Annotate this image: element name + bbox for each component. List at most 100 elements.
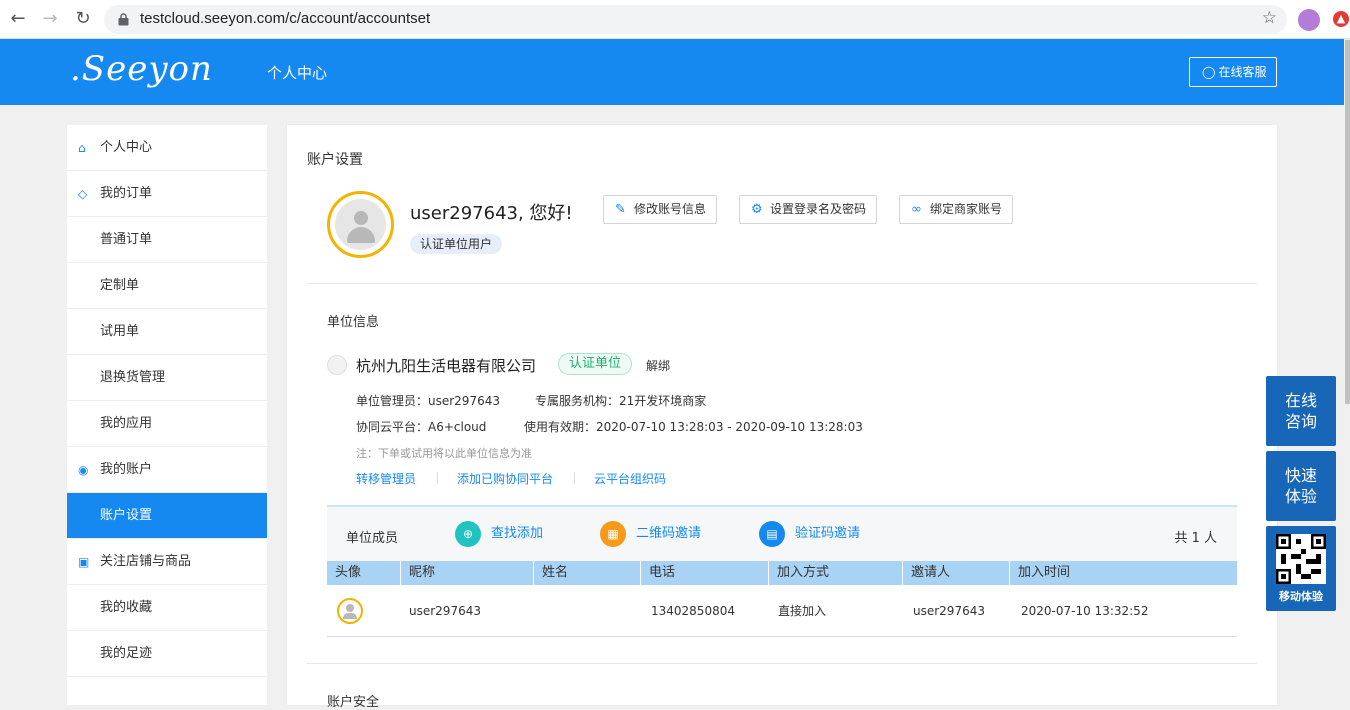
link-icon: ∞ (911, 202, 922, 217)
sidebar-item-follow-stores[interactable]: ▣ 关注店铺与商品 (67, 539, 267, 585)
add-platform-link[interactable]: 添加已购协同平台 (457, 470, 553, 487)
divider (307, 663, 1257, 664)
col-join-method: 加入方式 (769, 561, 903, 585)
sidebar-item-label: 我的账户 (100, 462, 153, 477)
address-bar[interactable]: testcloud.seeyon.com/c/account/accountse… (104, 5, 1287, 34)
account-security-title: 账户安全 (327, 695, 380, 710)
sidebar-item-label: 定制单 (100, 278, 140, 293)
col-phone: 电话 (641, 561, 769, 585)
gear-icon: ⚙ (751, 202, 763, 217)
qr-code-icon (1276, 534, 1326, 584)
company-logo (327, 355, 347, 375)
transfer-admin-link[interactable]: 转移管理员 (356, 470, 416, 487)
divider (307, 283, 1257, 284)
search-plus-icon: ⊕ (455, 521, 481, 547)
org-code-link[interactable]: 云平台组织码 (594, 470, 666, 487)
sidebar-item-account-settings[interactable]: 账户设置 (67, 493, 267, 539)
sidebar-item-label: 我的订单 (100, 186, 153, 201)
code-invite-button[interactable]: ▤ 验证码邀请 (759, 521, 860, 547)
set-login-button[interactable]: ⚙ 设置登录名及密码 (739, 195, 877, 224)
home-icon: ⌂ (78, 141, 86, 155)
bookmark-star-icon[interactable]: ☆ (1262, 8, 1277, 28)
bind-merchant-button[interactable]: ∞ 绑定商家账号 (899, 195, 1013, 224)
sidebar-item-label: 试用单 (100, 324, 140, 339)
sidebar-item-label: 关注店铺与商品 (100, 554, 192, 569)
page-title: 账户设置 (307, 152, 363, 168)
user-type-badge: 认证单位用户 (410, 234, 503, 254)
table-row: user297643 13402850804 直接加入 user297643 2… (327, 585, 1237, 637)
sidebar-item-my-account[interactable]: ◉ 我的账户 (67, 447, 267, 493)
seeyon-logo[interactable]: .Seeyon (70, 49, 213, 89)
avatar-placeholder-icon (335, 199, 386, 250)
link-separator (437, 472, 438, 484)
back-arrow-icon[interactable]: ← (8, 9, 28, 29)
sidebar-item-custom-orders[interactable]: 定制单 (67, 263, 267, 309)
main-panel: 账户设置 user297643, 您好! 认证单位用户 ✎ 修改账号信息 ⚙ 设置登… (287, 125, 1277, 710)
scrollbar-thumb[interactable] (1345, 40, 1350, 404)
sidebar-item-favorites[interactable]: 我的收藏 (67, 585, 267, 631)
cell-inviter: user297643 (913, 604, 985, 618)
code-icon: ▤ (759, 521, 785, 547)
cell-nickname: user297643 (409, 604, 481, 618)
layers-icon: ◇ (78, 187, 88, 201)
online-consult-button[interactable]: 在线 咨询 (1266, 376, 1336, 446)
unbind-link[interactable]: 解绑 (646, 357, 670, 374)
sidebar-item-returns[interactable]: 退换货管理 (67, 355, 267, 401)
sidebar-item-label: 个人中心 (100, 140, 153, 155)
sidebar-item-trial-orders[interactable]: 试用单 (67, 309, 267, 355)
cloud-platform: 协同云平台：A6+cloud (356, 420, 487, 434)
online-service-label: 在线客服 (1218, 65, 1267, 79)
sidebar-item-footprints[interactable]: 我的足迹 (67, 631, 267, 677)
url-text: testcloud.seeyon.com/c/account/accountse… (140, 10, 431, 27)
quick-trial-button[interactable]: 快速 体验 (1266, 451, 1336, 521)
lock-icon (118, 13, 129, 26)
cell-join-time: 2020-07-10 13:32:52 (1021, 604, 1149, 618)
headset-icon: ◯ (1202, 65, 1216, 79)
mobile-trial-label: 移动体验 (1279, 590, 1323, 603)
search-add-label: 查找添加 (491, 526, 544, 541)
col-avatar: 头像 (327, 561, 401, 585)
set-login-label: 设置登录名及密码 (770, 202, 867, 216)
user-avatar[interactable] (327, 191, 394, 258)
col-join-time: 加入时间 (1018, 565, 1071, 580)
verified-unit-badge: 认证单位 (558, 353, 633, 375)
unit-info-label: 单位信息 (327, 315, 380, 330)
search-add-button[interactable]: ⊕ 查找添加 (455, 521, 543, 547)
sidebar-item-my-apps[interactable]: 我的应用 (67, 401, 267, 447)
col-nickname: 昵称 (401, 561, 534, 585)
qr-code-icon: ▦ (600, 521, 626, 547)
user-circle-icon: ◉ (78, 463, 89, 477)
qr-invite-button[interactable]: ▦ 二维码邀请 (600, 521, 701, 547)
qr-invite-label: 二维码邀请 (636, 526, 702, 541)
forward-arrow-icon[interactable]: → (40, 9, 60, 29)
sidebar-item-my-orders[interactable]: ◇ 我的订单 (67, 171, 267, 217)
sidebar-item-label: 退换货管理 (100, 370, 166, 385)
sidebar-item-label: 我的应用 (100, 416, 153, 431)
cell-join-method: 直接加入 (778, 604, 827, 618)
header-title: 个人中心 (267, 64, 328, 82)
members-label: 单位成员 (346, 531, 399, 546)
unit-note: 注：下单或试用将以此单位信息为准 (356, 447, 532, 460)
service-org: 专属服务机构：21开发环境商家 (535, 394, 707, 408)
edit-account-button[interactable]: ✎ 修改账号信息 (603, 195, 717, 224)
sidebar-item-personal-center[interactable]: ⌂ 个人中心 (67, 125, 267, 171)
sidebar-item-label: 我的足迹 (100, 646, 153, 661)
member-count: 共 1 人 (1174, 531, 1217, 546)
sidebar: ⌂ 个人中心 ◇ 我的订单 普通订单 定制单 试用单 退换货管理 我的应用 ◉ … (67, 125, 267, 705)
profile-avatar-icon[interactable] (1298, 9, 1320, 31)
browser-toolbar: ← → ↻ testcloud.seeyon.com/c/account/acc… (0, 0, 1350, 39)
edit-account-label: 修改账号信息 (634, 202, 707, 216)
sidebar-item-label: 普通订单 (100, 232, 153, 247)
logo-text: .Seeyon (70, 49, 213, 89)
code-invite-label: 验证码邀请 (795, 526, 861, 541)
extension-icon[interactable]: ▲ (1333, 11, 1349, 27)
greeting-text: user297643, 您好! (410, 203, 573, 224)
reload-icon[interactable]: ↻ (73, 9, 93, 29)
company-name: 杭州九阳生活电器有限公司 (356, 357, 537, 375)
link-separator (574, 472, 575, 484)
cell-name (534, 585, 542, 637)
member-avatar (337, 598, 363, 624)
sidebar-item-normal-orders[interactable]: 普通订单 (67, 217, 267, 263)
online-service-button[interactable]: ◯ 在线客服 (1189, 57, 1277, 87)
mobile-trial-button[interactable]: 移动体验 (1266, 526, 1336, 611)
